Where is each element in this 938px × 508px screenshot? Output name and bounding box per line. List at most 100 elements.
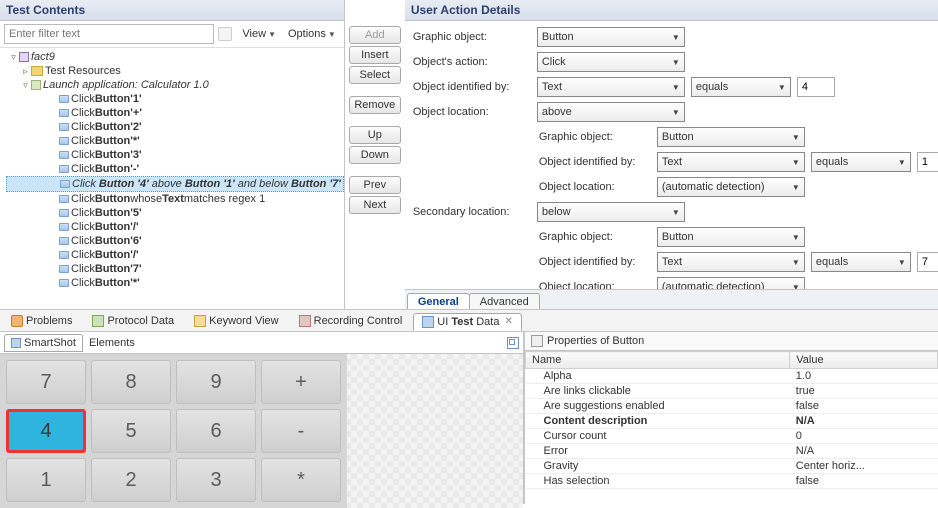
tab-advanced[interactable]: Advanced xyxy=(469,293,540,309)
calc-key-+[interactable]: + xyxy=(261,360,341,404)
filter-input[interactable] xyxy=(4,24,214,44)
tree-step[interactable]: Click Button '-' xyxy=(6,162,344,176)
properties-table[interactable]: NameValue Alpha1.0Are links clickabletru… xyxy=(525,351,938,504)
tree-launch[interactable]: ▿Launch application: Calculator 1.0 xyxy=(6,78,344,92)
calc-key-7[interactable]: 7 xyxy=(6,360,86,404)
select-loc-idby[interactable]: Text▼ xyxy=(657,152,805,172)
calc-key-8[interactable]: 8 xyxy=(91,360,171,404)
tree-step[interactable]: Click Button '/' xyxy=(6,248,344,262)
protocol-icon xyxy=(92,315,104,327)
select-object-location[interactable]: above▼ xyxy=(537,102,685,122)
tree-step[interactable]: Click Button '+' xyxy=(6,106,344,120)
property-row[interactable]: Has selectionfalse xyxy=(526,474,938,489)
empty-area xyxy=(347,354,523,508)
tree-step[interactable]: Click Button whose Text matches regex 1 xyxy=(6,192,344,206)
step-icon xyxy=(59,279,69,287)
select-objects-action[interactable]: Click▼ xyxy=(537,52,685,72)
label-sec-idby: Object identified by: xyxy=(539,256,651,268)
select-sec-idby[interactable]: Text▼ xyxy=(657,252,805,272)
property-row[interactable]: ErrorN/A xyxy=(526,444,938,459)
tab-protocol-data[interactable]: Protocol Data xyxy=(83,312,183,330)
step-icon xyxy=(59,195,69,203)
properties-icon xyxy=(531,335,543,347)
label-sec-graphic: Graphic object: xyxy=(539,231,651,243)
tree-step[interactable]: Click Button '4' above Button '1' and be… xyxy=(6,176,344,192)
tree-step[interactable]: Click Button '2' xyxy=(6,120,344,134)
next-button[interactable]: Next xyxy=(349,196,401,214)
property-row[interactable]: Cursor count0 xyxy=(526,429,938,444)
calc-key-2[interactable]: 2 xyxy=(91,458,171,502)
select-graphic-object[interactable]: Button▼ xyxy=(537,27,685,47)
select-loc-objloc[interactable]: (automatic detection)▼ xyxy=(657,177,805,197)
step-icon xyxy=(59,151,69,159)
label-secondary-location: Secondary location: xyxy=(413,206,531,218)
down-button[interactable]: Down xyxy=(349,146,401,164)
tree-step[interactable]: Click Button '3' xyxy=(6,148,344,162)
input-id-value[interactable] xyxy=(797,77,835,97)
property-row[interactable]: Content descriptionN/A xyxy=(526,414,938,429)
tab-problems[interactable]: Problems xyxy=(2,312,81,330)
select-sec-graphic[interactable]: Button▼ xyxy=(657,227,805,247)
property-row[interactable]: Are suggestions enabledfalse xyxy=(526,399,938,414)
select-secondary-location[interactable]: below▼ xyxy=(537,202,685,222)
tab-keyword-view[interactable]: Keyword View xyxy=(185,312,288,330)
tab-smartshot[interactable]: SmartShot xyxy=(4,334,83,352)
select-id-operator[interactable]: equals▼ xyxy=(691,77,791,97)
select-button[interactable]: Select xyxy=(349,66,401,84)
tree-step[interactable]: Click Button '5' xyxy=(6,206,344,220)
test-tree[interactable]: ▿fact9 ▹Test Resources ▿Launch applicati… xyxy=(0,47,344,309)
label-loc-idby: Object identified by: xyxy=(539,156,651,168)
property-row[interactable]: GravityCenter horiz... xyxy=(526,459,938,474)
label-loc-objloc: Object location: xyxy=(539,181,651,193)
tree-root[interactable]: ▿fact9 xyxy=(6,50,344,64)
tree-step[interactable]: Click Button '*' xyxy=(6,276,344,290)
calc-key-9[interactable]: 9 xyxy=(176,360,256,404)
calc-key-1[interactable]: 1 xyxy=(6,458,86,502)
tab-general[interactable]: General xyxy=(407,293,470,309)
step-icon xyxy=(59,137,69,145)
input-loc-idval[interactable] xyxy=(917,152,938,172)
clear-filter-icon[interactable] xyxy=(218,27,232,41)
property-row[interactable]: Alpha1.0 xyxy=(526,369,938,384)
step-icon xyxy=(59,223,69,231)
options-dropdown[interactable]: Options▼ xyxy=(284,26,340,42)
close-icon[interactable]: ✕ xyxy=(504,316,512,327)
calc-key-*[interactable]: * xyxy=(261,458,341,502)
tab-recording-control[interactable]: Recording Control xyxy=(290,312,412,330)
select-loc-idop[interactable]: equals▼ xyxy=(811,152,911,172)
col-name[interactable]: Name xyxy=(526,352,790,369)
step-icon xyxy=(59,165,69,173)
smartshot-icon xyxy=(11,338,21,348)
calc-key-6[interactable]: 6 xyxy=(176,409,256,453)
prev-button[interactable]: Prev xyxy=(349,176,401,194)
col-value[interactable]: Value xyxy=(790,352,938,369)
tree-step[interactable]: Click Button '*' xyxy=(6,134,344,148)
tree-resources[interactable]: ▹Test Resources xyxy=(6,64,344,78)
insert-button[interactable]: Insert xyxy=(349,46,401,64)
app-icon xyxy=(31,80,41,90)
tree-step[interactable]: Click Button '6' xyxy=(6,234,344,248)
keyword-icon xyxy=(194,315,206,327)
up-button[interactable]: Up xyxy=(349,126,401,144)
step-icon xyxy=(59,209,69,217)
tab-elements[interactable]: Elements xyxy=(83,335,141,351)
calc-key--[interactable]: - xyxy=(261,409,341,453)
select-loc-graphic[interactable]: Button▼ xyxy=(657,127,805,147)
select-identified-by[interactable]: Text▼ xyxy=(537,77,685,97)
calc-key-5[interactable]: 5 xyxy=(91,409,171,453)
view-dropdown[interactable]: View▼ xyxy=(238,26,280,42)
tree-step[interactable]: Click Button '1' xyxy=(6,92,344,106)
problems-icon xyxy=(11,315,23,327)
tab-ui-test-data[interactable]: UI Test Data✕ xyxy=(413,313,522,331)
calc-key-4[interactable]: 4 xyxy=(6,409,86,453)
maximize-icon[interactable] xyxy=(507,337,519,349)
select-sec-idop[interactable]: equals▼ xyxy=(811,252,911,272)
tree-step[interactable]: Click Button '/' xyxy=(6,220,344,234)
select-sec-objloc[interactable]: (automatic detection)▼ xyxy=(657,277,805,289)
remove-button[interactable]: Remove xyxy=(349,96,401,114)
tree-step[interactable]: Click Button '7' xyxy=(6,262,344,276)
properties-header: Properties of Button xyxy=(525,332,938,351)
property-row[interactable]: Are links clickabletrue xyxy=(526,384,938,399)
calc-key-3[interactable]: 3 xyxy=(176,458,256,502)
input-sec-idval[interactable] xyxy=(917,252,938,272)
